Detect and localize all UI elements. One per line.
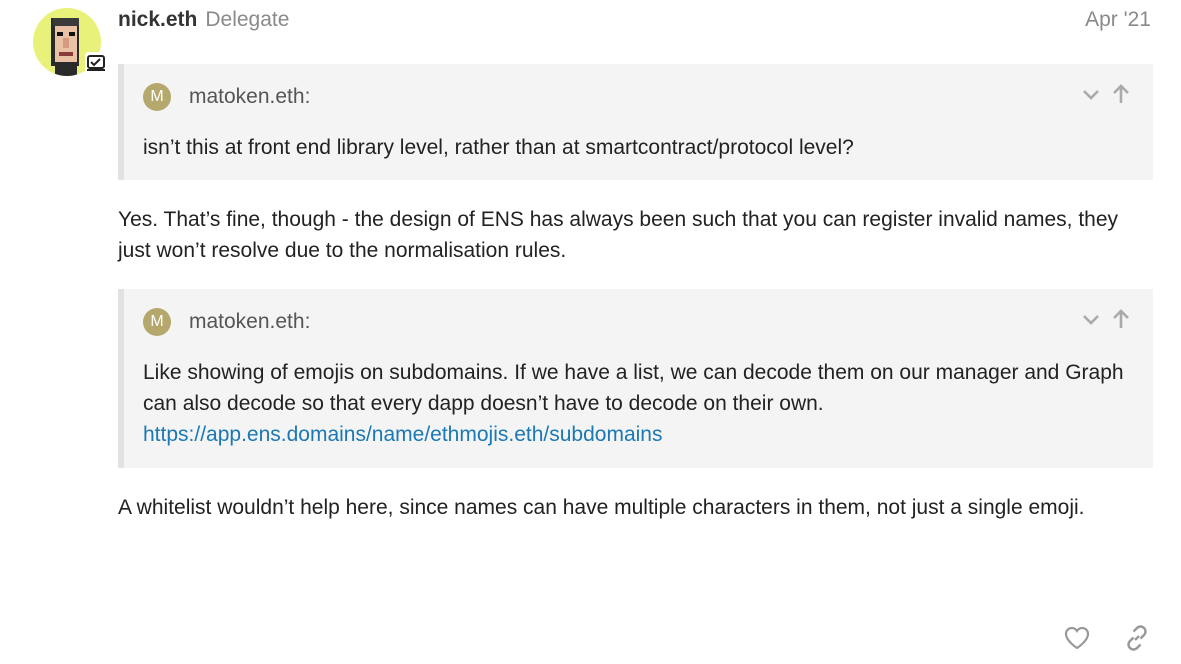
subdomains-link[interactable]: https://app.ens.domains/name/ethmojis.et… xyxy=(143,423,662,446)
like-button[interactable] xyxy=(1061,622,1093,654)
quote-text: Like showing of emojis on subdomains. If… xyxy=(143,361,1124,415)
go-to-quoted-post-button[interactable] xyxy=(1109,82,1133,106)
quote-title: M matoken.eth: xyxy=(143,308,310,336)
copy-link-button[interactable] xyxy=(1121,622,1153,654)
link-icon xyxy=(1127,625,1147,651)
quote-text: isn’t this at front end library level, r… xyxy=(143,136,854,159)
quote-controls xyxy=(1079,82,1133,106)
quote-avatar[interactable]: M xyxy=(143,83,171,111)
post-header: nick.eth Delegate Apr '21 xyxy=(118,8,1151,32)
user-avatar[interactable] xyxy=(33,8,107,78)
quote-title: M matoken.eth: xyxy=(143,83,310,111)
expand-quote-button[interactable] xyxy=(1079,82,1103,106)
heart-icon xyxy=(1064,626,1090,650)
arrow-up-icon xyxy=(1113,309,1129,328)
quote-text-block: Like showing of emojis on subdomains. If… xyxy=(143,357,1133,450)
quote-author: matoken.eth: xyxy=(189,310,311,333)
chevron-down-icon xyxy=(1083,90,1099,100)
post-actions xyxy=(1061,622,1153,654)
user-title: Delegate xyxy=(205,8,290,31)
go-to-quoted-post-button[interactable] xyxy=(1109,307,1133,331)
forum-post: nick.eth Delegate Apr '21 M matoken.eth: … xyxy=(0,0,1181,664)
flair-badge xyxy=(85,52,107,74)
chevron-down-icon xyxy=(1083,315,1099,325)
quote-block: M matoken.eth: isn’t this at front end l… xyxy=(118,64,1153,180)
quote-avatar[interactable]: M xyxy=(143,308,171,336)
quote-block: M matoken.eth: Like showing of emojis on… xyxy=(118,289,1153,468)
username-link[interactable]: nick.eth xyxy=(118,8,197,31)
flair-badge-icon xyxy=(87,55,105,71)
post-paragraph: Yes. That’s fine, though - the design of… xyxy=(118,208,1119,262)
arrow-up-icon xyxy=(1113,84,1129,103)
post-paragraph: A whitelist wouldn’t help here, since na… xyxy=(118,496,1085,519)
quote-author: matoken.eth: xyxy=(189,85,311,108)
quote-controls xyxy=(1079,307,1133,331)
post-date[interactable]: Apr '21 xyxy=(1085,8,1151,32)
expand-quote-button[interactable] xyxy=(1079,307,1103,331)
